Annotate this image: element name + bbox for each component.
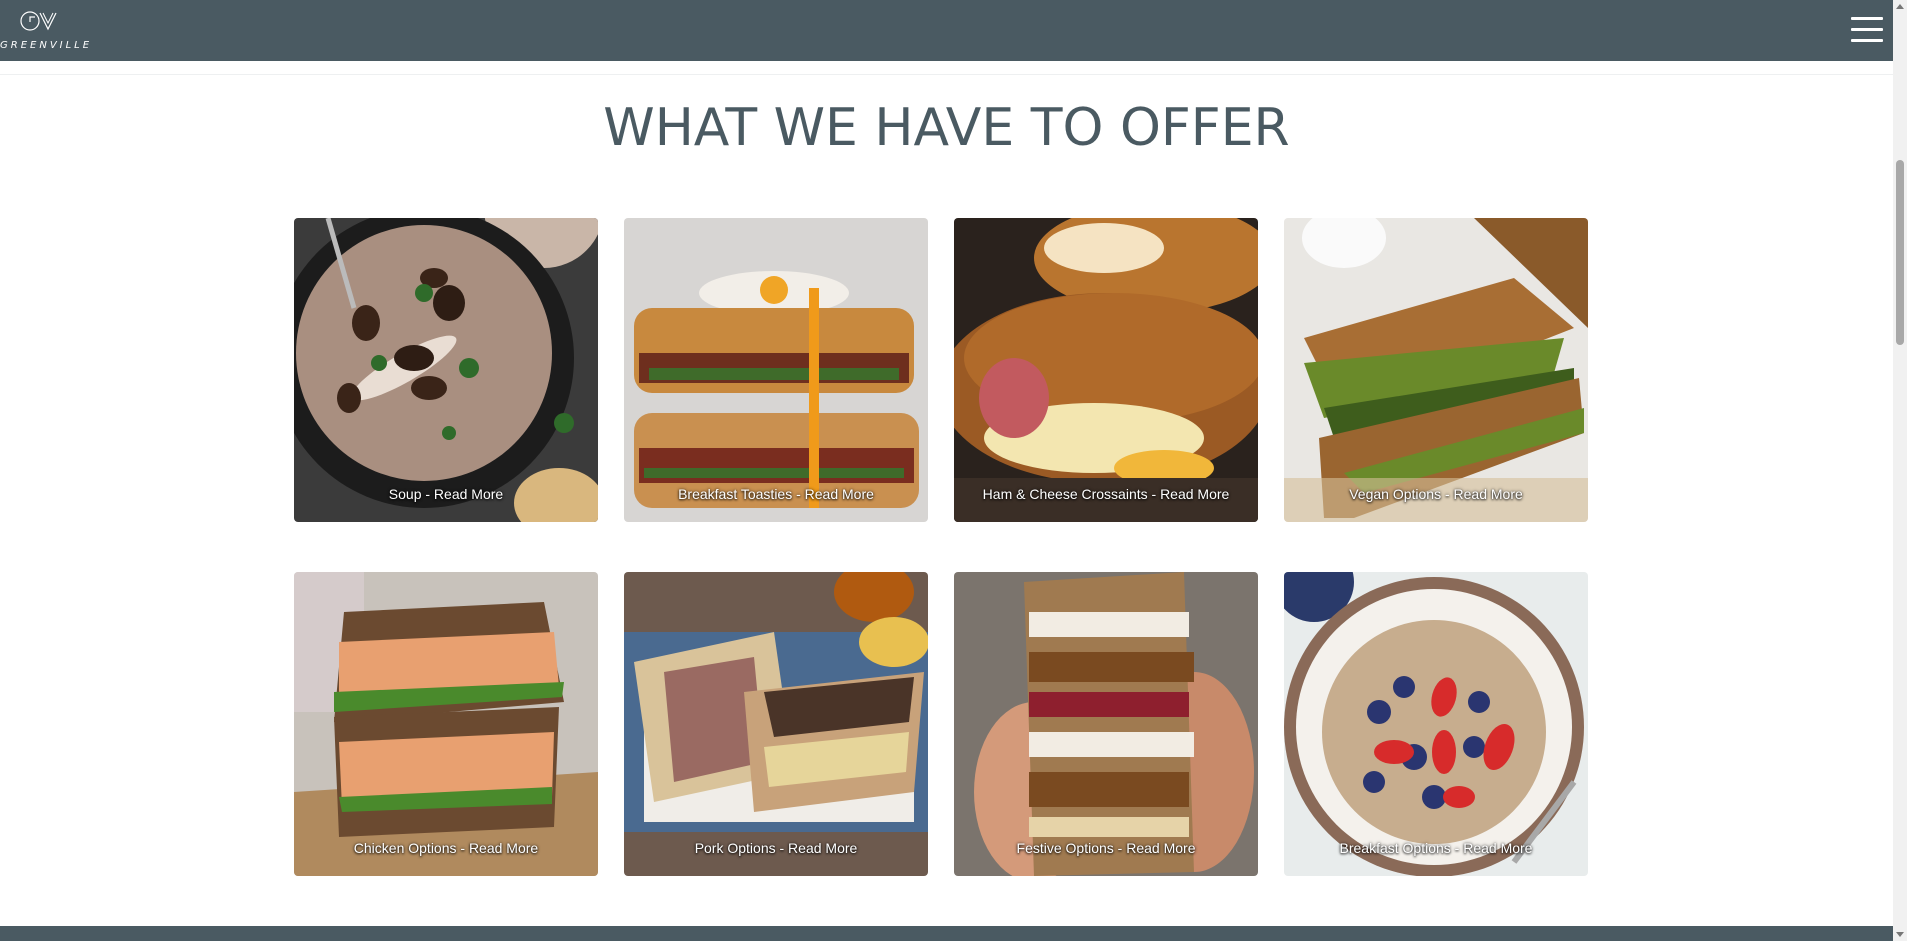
- scrollbar-thumb[interactable]: [1896, 160, 1904, 345]
- card-pork-options[interactable]: Pork Options - Read More: [624, 572, 928, 876]
- card-vegan-options[interactable]: Vegan Options - Read More: [1284, 218, 1588, 522]
- card-label[interactable]: Soup - Read More: [294, 486, 598, 502]
- card-label[interactable]: Festive Options - Read More: [954, 840, 1258, 856]
- card-label[interactable]: Pork Options - Read More: [624, 840, 928, 856]
- section-divider: [0, 74, 1893, 75]
- logo-text: GREENVILLE: [0, 40, 93, 51]
- breakfast-toasties-photo: [624, 218, 928, 522]
- card-soup[interactable]: Soup - Read More: [294, 218, 598, 522]
- hamburger-menu-icon[interactable]: [1851, 17, 1883, 43]
- soup-photo: [294, 218, 598, 522]
- card-festive-options[interactable]: Festive Options - Read More: [954, 572, 1258, 876]
- card-breakfast-toasties[interactable]: Breakfast Toasties - Read More: [624, 218, 928, 522]
- card-label[interactable]: Ham & Cheese Crossaints - Read More: [954, 486, 1258, 502]
- top-navigation-bar: GREENVILLE: [0, 0, 1893, 61]
- scroll-down-arrow-icon[interactable]: [1896, 932, 1904, 937]
- footer-strip: [0, 926, 1893, 941]
- card-label[interactable]: Chicken Options - Read More: [294, 840, 598, 856]
- card-ham-cheese-crossaints[interactable]: Ham & Cheese Crossaints - Read More: [954, 218, 1258, 522]
- ham-cheese-crossaints-photo: [954, 218, 1258, 522]
- festive-options-photo: [954, 572, 1258, 876]
- breakfast-options-photo: [1284, 572, 1588, 876]
- card-label[interactable]: Breakfast Options - Read More: [1284, 840, 1588, 856]
- card-label[interactable]: Breakfast Toasties - Read More: [624, 486, 928, 502]
- offer-grid: Soup - Read More Breakfast Toasties - Re…: [294, 218, 1589, 876]
- card-chicken-options[interactable]: Chicken Options - Read More: [294, 572, 598, 876]
- page-scrollbar[interactable]: [1893, 0, 1907, 941]
- section-title: WHAT WE HAVE TO OFFER: [603, 98, 1290, 158]
- chicken-options-photo: [294, 572, 598, 876]
- gv-monogram-icon: [20, 11, 57, 31]
- pork-options-photo: [624, 572, 928, 876]
- greenville-logo[interactable]: GREENVILLE: [0, 10, 90, 56]
- scroll-up-arrow-icon[interactable]: [1896, 4, 1904, 9]
- vegan-options-photo: [1284, 218, 1588, 522]
- card-label[interactable]: Vegan Options - Read More: [1284, 486, 1588, 502]
- card-breakfast-options[interactable]: Breakfast Options - Read More: [1284, 572, 1588, 876]
